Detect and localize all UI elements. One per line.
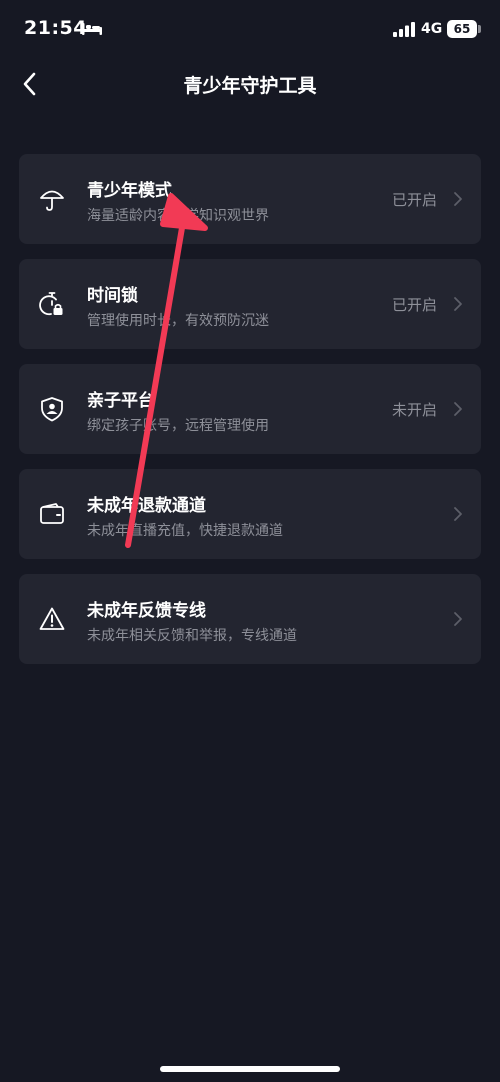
battery-indicator: 65 (447, 20, 477, 38)
item-subtitle: 绑定孩子账号，远程管理使用 (87, 418, 269, 434)
time-lock-icon (39, 292, 63, 316)
chevron-right-icon (454, 612, 462, 626)
item-title: 时间锁 (87, 286, 138, 306)
item-status: 未开启 (391, 401, 437, 419)
tool-item-time-lock[interactable]: 时间锁 管理使用时长，有效预防沉迷 已开启 (19, 259, 481, 349)
battery-cap (478, 25, 481, 33)
chevron-right-icon (454, 402, 462, 416)
home-indicator[interactable] (160, 1066, 340, 1072)
warning-icon (39, 607, 65, 630)
item-status: 已开启 (391, 191, 437, 209)
chevron-right-icon (454, 507, 462, 521)
status-time: 21:54 (24, 17, 87, 39)
item-title: 青少年模式 (87, 181, 172, 201)
tool-item-youth-mode[interactable]: 青少年模式 海量适龄内容，学知识观世界 已开启 (19, 154, 481, 244)
item-subtitle: 未成年相关反馈和举报，专线通道 (87, 628, 297, 644)
chevron-right-icon (454, 297, 462, 311)
parent-shield-icon (41, 397, 63, 422)
wallet-icon (40, 503, 64, 524)
signal-bars-icon (393, 22, 415, 37)
item-title: 未成年退款通道 (87, 496, 206, 516)
screen: 21:54 4G 65 青少年守护工具 青少年模式 海量适龄内容，学知识观世界 … (0, 0, 500, 1082)
umbrella-icon (40, 190, 64, 211)
chevron-right-icon (454, 192, 462, 206)
item-subtitle: 海量适龄内容，学知识观世界 (87, 208, 269, 224)
page-title: 青少年守护工具 (183, 75, 317, 97)
item-subtitle: 未成年直播充值，快捷退款通道 (87, 523, 283, 539)
tool-item-feedback-line[interactable]: 未成年反馈专线 未成年相关反馈和举报，专线通道 (19, 574, 481, 664)
network-label: 4G (421, 21, 443, 37)
item-subtitle: 管理使用时长，有效预防沉迷 (87, 313, 269, 329)
item-title: 亲子平台 (87, 391, 155, 411)
tool-item-refund-channel[interactable]: 未成年退款通道 未成年直播充值，快捷退款通道 (19, 469, 481, 559)
item-title: 未成年反馈专线 (87, 601, 206, 621)
status-bar: 21:54 4G 65 (0, 0, 500, 60)
bed-icon (82, 23, 102, 35)
tool-item-parent-platform[interactable]: 亲子平台 绑定孩子账号，远程管理使用 未开启 (19, 364, 481, 454)
item-status: 已开启 (391, 296, 437, 314)
